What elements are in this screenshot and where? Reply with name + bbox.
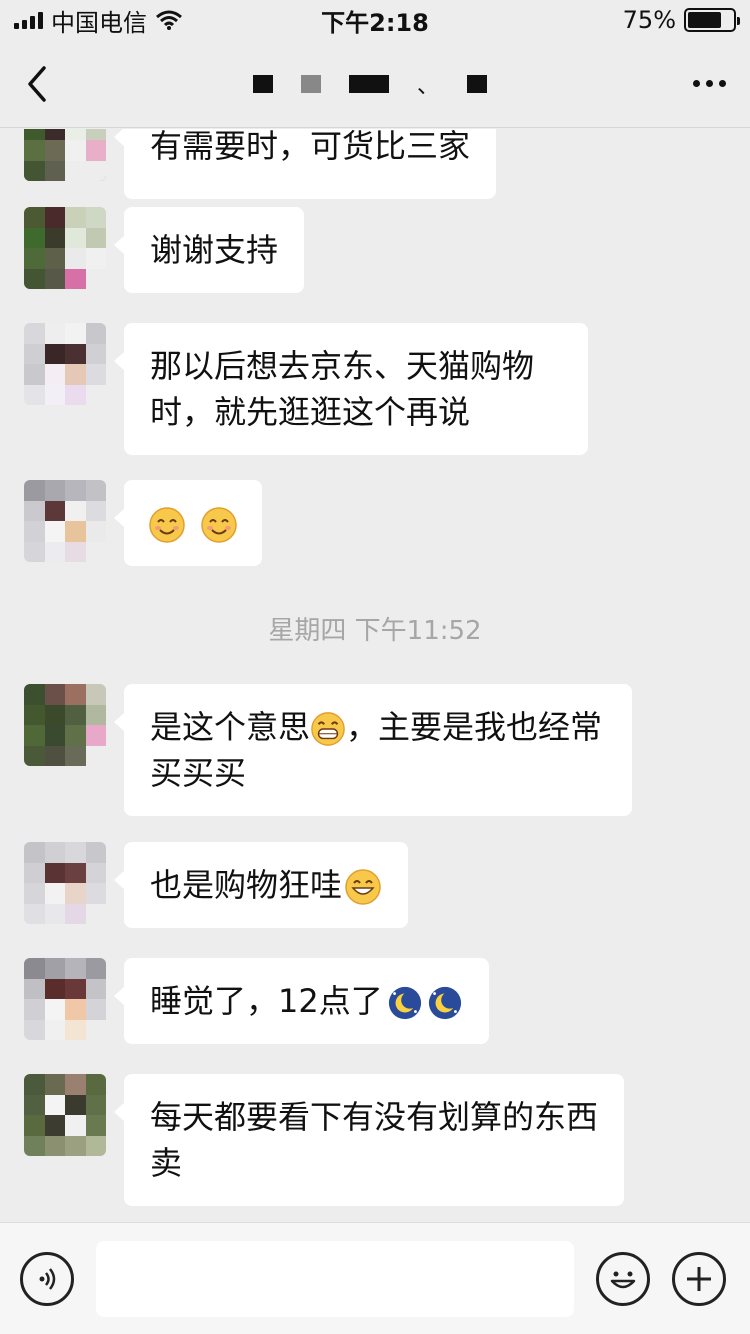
status-bar: 中国电信 下午2:18 75% bbox=[0, 0, 750, 40]
message-text: 睡觉了，12点了 bbox=[150, 982, 383, 1020]
grin-face-icon bbox=[345, 869, 381, 905]
back-button[interactable] bbox=[24, 54, 64, 114]
voice-button[interactable] bbox=[20, 1251, 74, 1306]
chat-area[interactable]: 有需要时，可货比三家 谢谢支持 那以后想去京东、天猫购物时，就先逛逛这个再说 星… bbox=[0, 129, 750, 1222]
avatar[interactable] bbox=[24, 684, 106, 766]
input-bar bbox=[0, 1222, 750, 1334]
message-bubble[interactable]: 那以后想去京东、天猫购物时，就先逛逛这个再说 bbox=[114, 323, 588, 455]
message-bubble[interactable]: 是这个意思 ，主要是我也经常买买买 bbox=[114, 684, 632, 816]
emoji-button[interactable] bbox=[596, 1251, 650, 1306]
message-row: 谢谢支持 bbox=[24, 207, 305, 293]
signal-icon bbox=[14, 11, 43, 29]
battery-fill bbox=[688, 12, 721, 28]
avatar[interactable] bbox=[24, 958, 106, 1040]
plus-icon bbox=[687, 1266, 711, 1291]
avatar[interactable] bbox=[24, 207, 106, 289]
redaction-block bbox=[467, 74, 487, 93]
message-bubble[interactable]: 有需要时，可货比三家 bbox=[113, 129, 497, 199]
redaction-block bbox=[348, 74, 389, 93]
message-bubble[interactable]: 也是购物狂哇 bbox=[113, 842, 409, 928]
smiley-icon bbox=[610, 1271, 636, 1288]
add-button[interactable] bbox=[672, 1251, 726, 1306]
redaction-block bbox=[300, 74, 321, 93]
dot bbox=[692, 80, 700, 87]
battery-percent: 75% bbox=[622, 6, 676, 34]
message-text: 有需要时，可货比三家 bbox=[150, 129, 471, 165]
wifi-icon bbox=[156, 10, 182, 30]
avatar[interactable] bbox=[24, 1074, 106, 1156]
message-text: 也是购物狂哇 bbox=[150, 866, 343, 904]
message-bubble[interactable]: 每天都要看下有没有划算的东西卖 bbox=[114, 1074, 624, 1206]
chevron-left-icon bbox=[28, 65, 46, 102]
status-right: 75% bbox=[622, 6, 740, 34]
avatar[interactable] bbox=[24, 842, 106, 924]
message-text: 那以后想去京东、天猫购物时，就先逛逛这个再说 bbox=[150, 347, 535, 431]
redaction-block bbox=[252, 74, 273, 93]
message-row bbox=[24, 480, 263, 566]
message-row: 那以后想去京东、天猫购物时，就先逛逛这个再说 bbox=[24, 323, 588, 455]
message-bubble[interactable]: 睡觉了，12点了 bbox=[114, 958, 489, 1044]
title-separator: 、 bbox=[416, 73, 439, 99]
message-row: 每天都要看下有没有划算的东西卖 bbox=[24, 1074, 624, 1206]
avatar[interactable] bbox=[24, 129, 106, 181]
status-left: 中国电信 bbox=[14, 3, 183, 38]
timestamp-divider: 星期四 下午11:52 bbox=[268, 616, 482, 646]
dot bbox=[705, 80, 713, 87]
voice-icon bbox=[39, 1267, 56, 1290]
message-row: 有需要时，可货比三家 bbox=[24, 129, 497, 199]
avatar[interactable] bbox=[24, 323, 106, 405]
chat-header: 、 bbox=[0, 40, 750, 128]
smiling-face-icon bbox=[201, 507, 237, 543]
message-text: 是这个意思 bbox=[150, 708, 311, 746]
battery-icon bbox=[684, 8, 740, 32]
carrier-label: 中国电信 bbox=[51, 8, 147, 37]
moon-icon bbox=[428, 986, 461, 1020]
message-bubble[interactable]: 谢谢支持 bbox=[113, 207, 305, 293]
moon-icon bbox=[388, 986, 421, 1020]
grinning-face-icon bbox=[311, 712, 345, 746]
message-text: 每天都要看下有没有划算的东西卖 bbox=[150, 1098, 599, 1182]
dot bbox=[718, 80, 726, 87]
message-text: 谢谢支持 bbox=[150, 231, 279, 269]
avatar[interactable] bbox=[24, 480, 106, 562]
chat-title-redacted: 、 bbox=[252, 68, 487, 100]
message-row: 睡觉了，12点了 bbox=[24, 958, 489, 1044]
smiling-face-icon bbox=[149, 507, 185, 543]
more-button[interactable] bbox=[676, 80, 726, 87]
message-bubble[interactable] bbox=[113, 480, 263, 566]
message-row: 是这个意思 ，主要是我也经常买买买 bbox=[24, 684, 632, 816]
message-input[interactable] bbox=[96, 1240, 574, 1317]
message-row: 也是购物狂哇 bbox=[24, 842, 409, 928]
